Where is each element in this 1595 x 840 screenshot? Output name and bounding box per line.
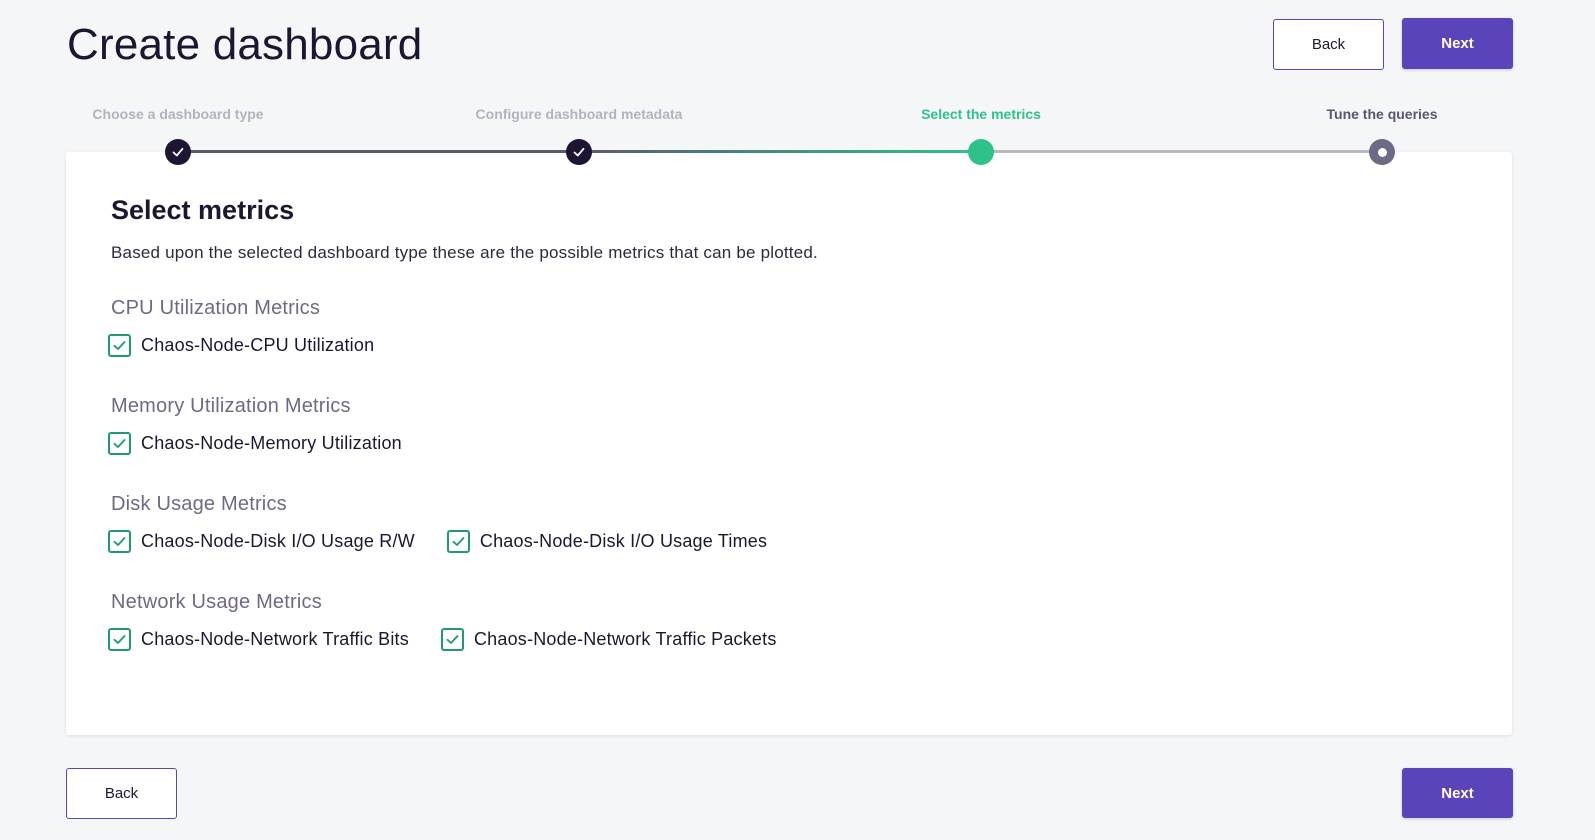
- step-done-icon: [165, 139, 191, 165]
- step-label-choose-type: Choose a dashboard type: [92, 106, 264, 122]
- back-button[interactable]: Back: [66, 768, 177, 819]
- checkbox-checked-icon[interactable]: [108, 530, 131, 553]
- checkbox-checked-icon[interactable]: [440, 628, 464, 651]
- checkbox-checked-icon[interactable]: [108, 334, 131, 357]
- metric-option[interactable]: Chaos-Node-Network Traffic Packets: [440, 628, 777, 651]
- checkbox-checked-icon[interactable]: [446, 530, 470, 553]
- back-button[interactable]: Back: [1273, 19, 1384, 70]
- stepper: Choose a dashboard type Configure dashbo…: [0, 100, 1595, 170]
- metric-option[interactable]: Chaos-Node-Disk I/O Usage Times: [446, 530, 768, 553]
- checkbox-checked-icon[interactable]: [108, 432, 131, 455]
- section-description: Based upon the selected dashboard type t…: [111, 243, 818, 262]
- step-label-configure-metadata: Configure dashboard metadata: [475, 106, 683, 122]
- next-button[interactable]: Next: [1402, 18, 1513, 69]
- metric-option-label: Chaos-Node-Memory Utilization: [141, 433, 402, 453]
- metric-group-disk: Disk Usage Metrics Chaos-Node-Disk I/O U…: [108, 493, 768, 553]
- metric-group-cpu: CPU Utilization Metrics Chaos-Node-CPU U…: [108, 297, 374, 357]
- stepper-line-3: [981, 150, 1382, 153]
- group-title: Disk Usage Metrics: [111, 493, 287, 515]
- metric-option[interactable]: Chaos-Node-Memory Utilization: [108, 432, 402, 455]
- metric-option[interactable]: Chaos-Node-Disk I/O Usage R/W: [108, 530, 415, 553]
- step-label-select-metrics: Select the metrics: [921, 106, 1041, 122]
- metric-option-label: Chaos-Node-Disk I/O Usage Times: [479, 531, 768, 551]
- metric-option[interactable]: Chaos-Node-Network Traffic Bits: [108, 628, 409, 651]
- checkmark-icon: [573, 147, 585, 157]
- metric-option-label: Chaos-Node-Network Traffic Bits: [141, 629, 409, 649]
- step-done-icon: [566, 139, 592, 165]
- next-button[interactable]: Next: [1402, 768, 1513, 818]
- checkmark-icon: [172, 147, 184, 157]
- metric-option-label: Chaos-Node-Network Traffic Packets: [473, 629, 777, 649]
- metric-option[interactable]: Chaos-Node-CPU Utilization: [108, 334, 374, 357]
- page-title: Create dashboard: [67, 20, 423, 69]
- stepper-line-2: [579, 150, 981, 153]
- step-pending-icon: [1369, 139, 1395, 165]
- metrics-header: Select metrics Based upon the selected d…: [111, 195, 818, 263]
- step-active-icon: [968, 139, 994, 165]
- group-title: Network Usage Metrics: [111, 591, 322, 613]
- metric-option-label: Chaos-Node-CPU Utilization: [141, 335, 375, 355]
- metric-group-memory: Memory Utilization Metrics Chaos-Node-Me…: [108, 395, 402, 455]
- checkbox-checked-icon[interactable]: [108, 628, 131, 651]
- step-label-tune-queries: Tune the queries: [1326, 106, 1438, 122]
- group-title: Memory Utilization Metrics: [111, 395, 351, 417]
- metric-group-network: Network Usage Metrics Chaos-Node-Network…: [108, 591, 777, 651]
- metric-option-label: Chaos-Node-Disk I/O Usage R/W: [141, 531, 415, 551]
- section-title: Select metrics: [111, 195, 295, 225]
- stepper-line-1: [178, 150, 579, 153]
- group-title: CPU Utilization Metrics: [111, 297, 321, 319]
